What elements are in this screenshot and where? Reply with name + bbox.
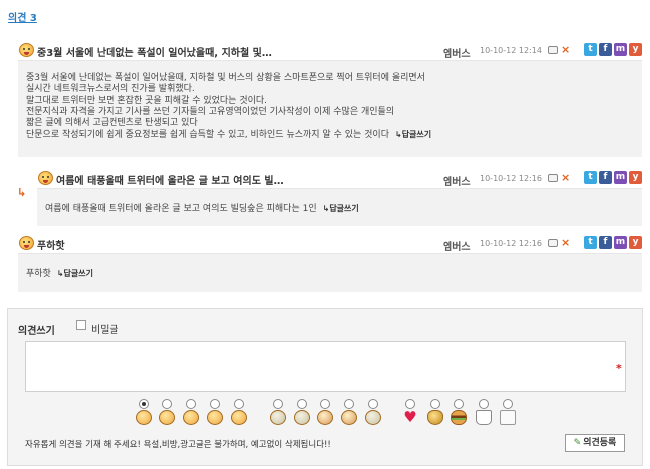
me2day-icon[interactable]: m xyxy=(614,236,627,249)
emoticon-radio[interactable] xyxy=(368,399,378,409)
comment-title: 중3월 서울에 난데없는 폭설이 일어났을때, 지하철 및… xyxy=(37,48,272,59)
angry-face-icon[interactable] xyxy=(317,410,333,425)
comment-2: 여름에 태풍올때 트위터에 올라온 글 보고 여의도 빌… 엠버스 10-10-… xyxy=(37,168,642,226)
shout-face-icon[interactable] xyxy=(207,410,223,425)
sweat-face-icon[interactable] xyxy=(341,410,357,425)
emoticon-radio[interactable] xyxy=(162,399,172,409)
yozm-icon[interactable]: y xyxy=(629,236,642,249)
comment-date: 10-10-12 12:14 xyxy=(480,46,542,55)
comment-line: 짧은 글에 의해서 고급컨텐츠로 탄생되고 있다 xyxy=(26,118,198,129)
write-label: 의견쓰기 xyxy=(18,326,55,337)
note-face-icon[interactable] xyxy=(365,410,381,425)
twitter-icon[interactable]: t xyxy=(584,171,597,184)
smile-face-icon xyxy=(19,43,34,57)
edit-icon[interactable] xyxy=(548,239,558,247)
money-bag-icon[interactable] xyxy=(427,410,443,425)
comment-3: 푸하핫 엠버스 10-10-12 12:16 × t f m y 푸하핫 ↳답글쓰… xyxy=(18,233,642,292)
facebook-icon[interactable]: f xyxy=(599,236,612,249)
comment-line: 중3월 서울에 난데없는 폭설이 일어났을때, 지하철 및 버스의 상황을 스마… xyxy=(26,73,425,83)
comment-1: 중3월 서울에 난데없는 폭설이 일어났을때, 지하철 및… 엠버스 10-10… xyxy=(18,40,642,157)
comment-title: 푸하핫 xyxy=(37,241,65,252)
burger-icon[interactable] xyxy=(451,410,467,425)
edit-icon[interactable] xyxy=(548,46,558,54)
curious-face-icon[interactable] xyxy=(270,410,286,425)
comment-line: 여름에 태풍올때 트위터에 올라온 글 보고 여의도 빌딩숲은 피해다는 1인 xyxy=(45,204,317,214)
secret-label[interactable]: 비밀글 xyxy=(91,321,119,336)
ok-face-icon[interactable] xyxy=(231,410,247,425)
comment-author[interactable]: 엠버스 xyxy=(443,238,471,253)
comment-date: 10-10-12 12:16 xyxy=(480,239,542,248)
comment-title: 여름에 태풍올때 트위터에 올라온 글 보고 여의도 빌… xyxy=(56,176,284,187)
delete-icon[interactable]: × xyxy=(561,43,570,56)
comment-line: 푸하핫 xyxy=(26,269,51,279)
emoticon-radio[interactable] xyxy=(273,399,283,409)
section-title[interactable]: 의견 3 xyxy=(8,9,37,24)
comment-author[interactable]: 엠버스 xyxy=(443,45,471,60)
pen-icon: ✎ xyxy=(573,438,582,448)
posting-notice: 자유롭게 의견을 기재 해 주세요! 욕설,비방,광고글은 불가하며, 예고없이… xyxy=(25,440,331,450)
emoticon-radio[interactable] xyxy=(186,399,196,409)
submit-label: 의견등록 xyxy=(583,438,617,448)
me2day-icon[interactable]: m xyxy=(614,171,627,184)
comment-line: 단문으로 작성되기에 쉽게 중요정보를 쉽게 습득할 수 있고, 비하인드 뉴스… xyxy=(26,130,389,141)
comment-header: 푸하핫 엠버스 10-10-12 12:16 × t f m y xyxy=(18,233,642,254)
emoticon-radio[interactable] xyxy=(503,399,513,409)
submit-comment-button[interactable]: ✎ 의견등록 xyxy=(565,434,625,452)
comment-line: 말그대로 트위터만 보면 혼잡한 곳을 피해갈 수 있었다는 것이다. xyxy=(26,95,268,106)
me2day-icon[interactable]: m xyxy=(614,43,627,56)
grin-face-icon[interactable] xyxy=(183,410,199,425)
emoticon-radio[interactable] xyxy=(344,399,354,409)
heart-icon[interactable]: ♥ xyxy=(402,410,418,425)
comment-header: 중3월 서울에 난데없는 폭설이 일어났을때, 지하철 및… 엠버스 10-10… xyxy=(18,40,642,61)
comment-body: 여름에 태풍올때 트위터에 올라온 글 보고 여의도 빌딩숲은 피해다는 1인 ↳… xyxy=(45,203,634,215)
emoticon-radio[interactable] xyxy=(320,399,330,409)
twitter-icon[interactable]: t xyxy=(584,43,597,56)
cold-face-icon[interactable] xyxy=(294,410,310,425)
edit-icon[interactable] xyxy=(548,174,558,182)
comment-date: 10-10-12 12:16 xyxy=(480,174,542,183)
secret-checkbox[interactable] xyxy=(76,320,86,330)
twitter-icon[interactable]: t xyxy=(584,236,597,249)
coffee-cup-icon[interactable] xyxy=(476,410,492,425)
comment-author[interactable]: 엠버스 xyxy=(443,173,471,188)
comment-line: 전문지식과 자격을 가지고 기사를 쓰던 기자들의 고유영역이었던 기사작성이 … xyxy=(26,106,395,117)
emoticon-radio[interactable] xyxy=(210,399,220,409)
comment-textarea[interactable] xyxy=(25,341,626,392)
paper-icon[interactable] xyxy=(500,410,516,425)
delete-icon[interactable]: × xyxy=(561,236,570,249)
emoticon-radio[interactable] xyxy=(479,399,489,409)
smile-face-icon[interactable] xyxy=(136,410,152,425)
emoticon-radio[interactable] xyxy=(454,399,464,409)
reply-button[interactable]: ↳답글쓰기 xyxy=(323,204,359,213)
facebook-icon[interactable]: f xyxy=(599,171,612,184)
delete-icon[interactable]: × xyxy=(561,171,570,184)
emoticon-radio[interactable] xyxy=(234,399,244,409)
emoticon-radio[interactable] xyxy=(139,399,149,409)
comment-header: 여름에 태풍올때 트위터에 올라온 글 보고 여의도 빌… 엠버스 10-10-… xyxy=(37,168,642,189)
comment-line-last: 단문으로 작성되기에 쉽게 중요정보를 쉽게 습득할 수 있고, 비하인드 뉴스… xyxy=(26,129,634,141)
yozm-icon[interactable]: y xyxy=(629,43,642,56)
emoticon-radio[interactable] xyxy=(430,399,440,409)
yozm-icon[interactable]: y xyxy=(629,171,642,184)
reply-button[interactable]: ↳답글쓰기 xyxy=(57,269,93,278)
reply-button[interactable]: ↳답글쓰기 xyxy=(395,130,431,139)
comment-body: 중3월 서울에 난데없는 폭설이 일어났을때, 지하철 및 버스의 상황을 스마… xyxy=(26,73,634,142)
facebook-icon[interactable]: f xyxy=(599,43,612,56)
shout-face-icon xyxy=(19,236,34,250)
laugh-face-icon[interactable] xyxy=(159,410,175,425)
required-mark: * xyxy=(616,362,622,375)
comment-line: 실시간 네트워크뉴스로서의 진가를 발휘했다. xyxy=(26,84,195,95)
shout-face-icon xyxy=(38,171,53,185)
emoticon-radio[interactable] xyxy=(297,399,307,409)
comment-body: 푸하핫 ↳답글쓰기 xyxy=(26,268,634,280)
reply-arrow-icon: ↳ xyxy=(17,186,27,199)
